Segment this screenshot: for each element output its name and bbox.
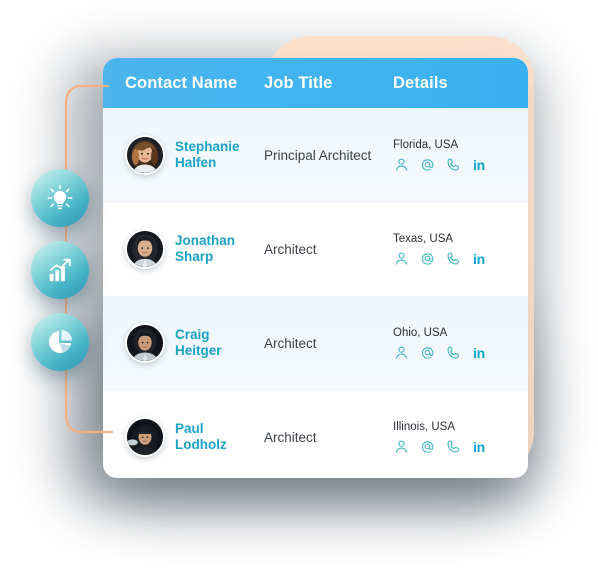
avatar	[125, 229, 165, 269]
badge-growth[interactable]	[31, 241, 89, 299]
cell-contact-name: Stephanie Halfen	[125, 135, 264, 175]
linkedin-icon[interactable]: in	[471, 345, 487, 361]
table-row[interactable]: Jonathan Sharp Architect Texas, USA in	[103, 202, 528, 296]
cell-job-title: Architect	[264, 429, 317, 445]
avatar	[125, 417, 165, 457]
detail-icon-row: in	[393, 157, 516, 173]
column-header-details: Details	[393, 73, 448, 92]
cell-details: Illinois, USA in	[393, 420, 528, 455]
detail-icon-row: in	[393, 251, 516, 267]
badge-insights[interactable]	[31, 169, 89, 227]
column-header-contact-name: Contact Name	[125, 73, 238, 92]
phone-icon[interactable]	[445, 157, 461, 173]
pie-chart-icon	[48, 330, 72, 354]
cell-job-title: Principal Architect	[264, 147, 372, 163]
contact-rows: Stephanie Halfen Principal Architect Flo…	[103, 108, 528, 478]
detail-icon-row: in	[393, 439, 516, 455]
detail-icon-row: in	[393, 345, 516, 361]
contact-name-link[interactable]: Craig Heitger	[175, 327, 257, 359]
contact-person-icon[interactable]	[393, 251, 409, 267]
bar-chart-icon	[49, 258, 71, 282]
location-text: Illinois, USA	[393, 420, 455, 433]
phone-icon[interactable]	[445, 251, 461, 267]
lightbulb-icon	[47, 184, 73, 210]
contact-name-link[interactable]: Stephanie Halfen	[175, 139, 257, 171]
illustration-stage: Contact Name Job Title Details Stephanie…	[0, 0, 598, 586]
linkedin-icon[interactable]: in	[471, 439, 487, 455]
contact-name-link[interactable]: Jonathan Sharp	[175, 233, 257, 265]
location-text: Ohio, USA	[393, 326, 448, 339]
email-icon[interactable]	[419, 345, 435, 361]
cell-contact-name: Craig Heitger	[125, 323, 264, 363]
table-row[interactable]: Stephanie Halfen Principal Architect Flo…	[103, 108, 528, 202]
cell-contact-name: Jonathan Sharp	[125, 229, 264, 269]
cell-job-title: Architect	[264, 241, 317, 257]
cell-details: Texas, USA in	[393, 232, 528, 267]
table-row[interactable]: Paul Lodholz Architect Illinois, USA in	[103, 390, 528, 478]
location-text: Texas, USA	[393, 232, 454, 245]
table-header-row: Contact Name Job Title Details	[103, 58, 528, 108]
location-text: Florida, USA	[393, 138, 459, 151]
email-icon[interactable]	[419, 251, 435, 267]
contact-person-icon[interactable]	[393, 439, 409, 455]
avatar	[125, 135, 165, 175]
cell-details: Florida, USA in	[393, 138, 528, 173]
table-row[interactable]: Craig Heitger Architect Ohio, USA in	[103, 296, 528, 390]
contact-list-card: Contact Name Job Title Details Stephanie…	[103, 58, 528, 478]
cell-contact-name: Paul Lodholz	[125, 417, 264, 457]
email-icon[interactable]	[419, 157, 435, 173]
contact-name-link[interactable]: Paul Lodholz	[175, 421, 257, 453]
cell-job-title: Architect	[264, 335, 317, 351]
badge-analytics[interactable]	[31, 313, 89, 371]
phone-icon[interactable]	[445, 345, 461, 361]
linkedin-icon[interactable]: in	[471, 251, 487, 267]
column-header-job-title: Job Title	[264, 73, 333, 92]
email-icon[interactable]	[419, 439, 435, 455]
linkedin-icon[interactable]: in	[471, 157, 487, 173]
phone-icon[interactable]	[445, 439, 461, 455]
avatar	[125, 323, 165, 363]
contact-person-icon[interactable]	[393, 157, 409, 173]
contact-person-icon[interactable]	[393, 345, 409, 361]
cell-details: Ohio, USA in	[393, 326, 528, 361]
